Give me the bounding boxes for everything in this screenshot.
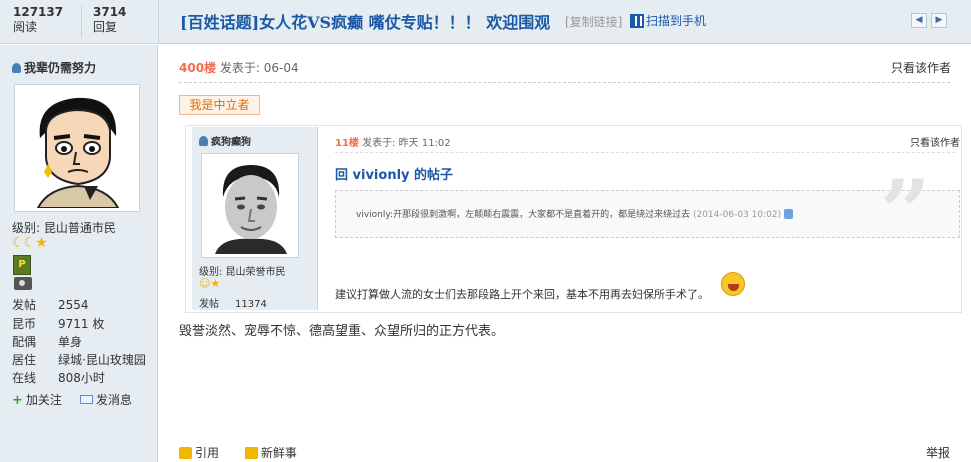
chevron-left-icon: ◀ [915,15,923,25]
stat-value: 2554 [58,298,89,312]
prev-thread-button[interactable]: ◀ [911,13,927,28]
quote-icon [179,447,192,459]
chevron-right-icon: ▶ [935,15,943,25]
quoted-author-name-text: 疯狗癫狗 [211,137,251,148]
author-avatar[interactable] [14,84,140,212]
message-label: 发消息 [96,393,133,407]
quoted-divider [335,152,955,153]
views-count: 127137 [13,5,64,19]
views-stat: 127137 阅读 [13,5,63,35]
scan-label: 扫描到手机 [646,14,707,28]
author-level-text: 级别: 昆山普通市民 [12,221,116,235]
user-icon [199,136,208,146]
quoted-author-avatar [201,153,299,258]
fresh-news-icon [244,447,258,459]
author-name-text: 我辈仍需努力 [24,61,97,75]
replies-label: 回复 [93,20,118,34]
quote-text: vivionly:开那段很刺激啊，左颠颠右震震，大家都不是直着开的，都是绕过来绕… [356,210,691,220]
views-label: 阅读 [13,20,38,34]
fresh-news-button[interactable]: 新鲜事 [244,446,297,460]
author-stat-posts: 发帖 2554 [12,296,89,313]
author-stat-residence: 居住 绿城·昆山玫瑰园 [12,351,146,368]
stat-key: 居住 [12,353,37,367]
quoted-author-posts: 发帖 11374 [199,295,267,310]
stat-key: 发帖 [199,299,219,310]
qr-code-icon [630,14,644,28]
post-body: 毁誉淡然、宠辱不惊、德高望重、众望所归的正方代表。 [179,324,505,339]
quote-label: 引用 [195,446,220,460]
stat-key: 发帖 [12,298,37,312]
stat-key: 配偶 [12,335,37,349]
neutral-tag: 我是中立者 [179,95,260,115]
author-rank-stars: ☾☾★ [12,235,48,251]
author-name[interactable]: 我辈仍需努力 [12,59,96,76]
plus-icon: + [12,393,23,408]
quoted-author-level: 级别: 昆山荣誉市民 [199,267,286,278]
cartoon-avatar-image [18,88,136,209]
user-icon [12,63,21,73]
stat-key: 昆币 [12,317,37,331]
quoted-quote-text: vivionly:开那段很刺激啊，左颠颠右震震，大家都不是直着开的，都是绕过来绕… [356,207,794,220]
stat-key: 在线 [12,371,37,385]
stat-value: 9711 枚 [58,317,105,331]
fresh-label: 新鲜事 [260,446,297,460]
stat-value: 单身 [58,335,83,349]
follow-button[interactable]: + 加关注 [12,391,62,408]
quote-time: (2014-06-03 10:02) [692,210,782,220]
send-message-button[interactable]: 发消息 [80,391,132,408]
envelope-icon [80,395,93,404]
quote-button[interactable]: 引用 [179,446,219,460]
author-level: 级别: 昆山普通市民 [12,219,116,236]
laughing-emoji-icon [721,272,745,296]
camera-icon[interactable] [14,277,32,290]
thread-title[interactable]: [百姓话题]女人花VS疯癫 嘴仗专贴！！！ 欢迎围观 [180,9,550,33]
next-thread-button[interactable]: ▶ [931,13,947,28]
quoted-post-meta: 11楼 发表于: 昨天 11:02 [335,134,451,149]
replies-count: 3714 [93,5,127,19]
quoted-author-stars: ☺★ [199,277,221,290]
report-link[interactable]: 举报 [926,444,950,461]
post-meta: 400楼 发表于: 06-04 [179,59,299,76]
stat-value: 绿城·昆山玫瑰园 [58,353,146,367]
portrait-photo-image [205,157,295,254]
post-divider [179,82,950,83]
scan-to-phone-link[interactable]: 扫描到手机 [630,12,706,29]
quoted-floor-number: 11楼 [335,138,359,149]
quoted-author-name: 疯狗癫狗 [199,133,251,148]
follow-label: 加关注 [25,393,62,407]
post-actions: 引用 新鲜事 [179,444,297,461]
copy-link[interactable]: [复制链接] [565,13,622,30]
author-stat-online: 在线 808小时 [12,369,105,386]
quoted-post-date: 发表于: 昨天 11:02 [362,138,451,149]
quoted-only-author: 只看该作者 [910,138,960,149]
replies-stat: 3714 回复 [93,5,126,35]
only-author-link[interactable]: 只看该作者 [891,59,951,76]
floor-number[interactable]: 400楼 [179,61,216,75]
author-stat-spouse: 配偶 单身 [12,333,82,350]
medal-badge[interactable]: P [13,255,31,275]
jump-arrow-icon [784,209,794,219]
header-divider [158,0,159,44]
quoted-reply-title: 回 vivionly 的帖子 [335,168,454,183]
stat-divider [81,6,82,38]
author-stat-coins: 昆币 9711 枚 [12,315,104,332]
quote-mark-icon: ” [880,160,931,264]
post-date: 发表于: 06-04 [219,61,299,75]
stat-value: 808小时 [58,371,105,385]
quoted-post-body: 建议打算做人流的女士们去那段路上开个来回，基本不用再去妇保所手术了。 [335,288,709,301]
stat-value: 11374 [235,299,267,310]
